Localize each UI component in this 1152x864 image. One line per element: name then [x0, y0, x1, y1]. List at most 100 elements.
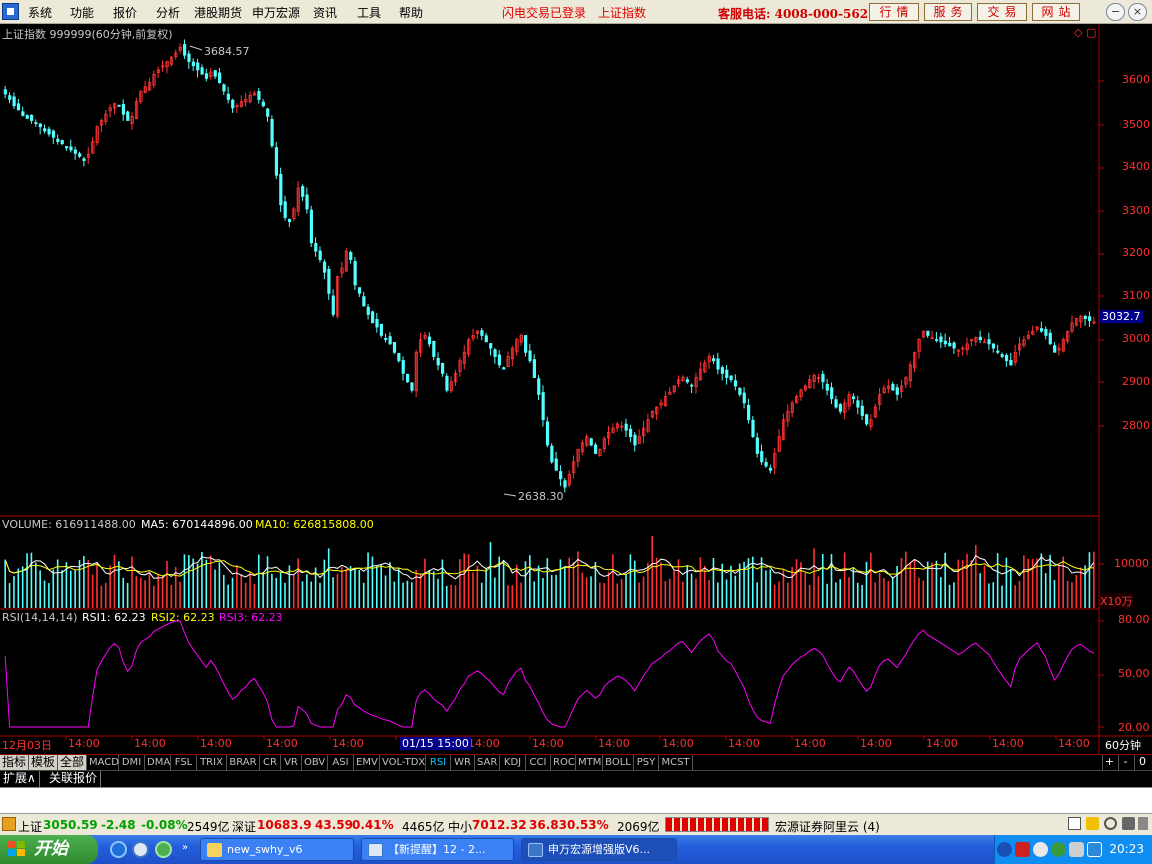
- menu-analysis[interactable]: 分析: [156, 4, 180, 21]
- trade-button[interactable]: 交易: [977, 3, 1027, 21]
- indicator-tab-cr[interactable]: CR: [260, 755, 281, 771]
- low-price-label: 2638.30: [518, 490, 564, 503]
- candle-body: [545, 421, 550, 446]
- indicator-tab-brar[interactable]: BRAR: [227, 755, 260, 771]
- expand-tab[interactable]: 扩展∧: [0, 771, 40, 787]
- indicator-tab-emv[interactable]: EMV: [354, 755, 380, 771]
- rsi-tick-80: 80.00: [1118, 613, 1150, 626]
- tray-arrow-icon[interactable]: [997, 842, 1012, 857]
- indicator-tab-kdj[interactable]: KDJ: [500, 755, 526, 771]
- candle-body: [742, 392, 746, 404]
- indicator-tab-dma[interactable]: DMA: [145, 755, 171, 771]
- indicator-tab-全部[interactable]: 全部: [58, 755, 87, 771]
- tray-network-icon[interactable]: [1051, 842, 1066, 857]
- indicator-tab-cci[interactable]: CCI: [526, 755, 551, 771]
- candle-body: [1009, 359, 1013, 366]
- menu-quote[interactable]: 报价: [113, 4, 137, 21]
- menu-help[interactable]: 帮助: [399, 4, 423, 21]
- candle-body: [218, 72, 222, 83]
- menu-swhy[interactable]: 申万宏源: [252, 4, 300, 21]
- candle-body: [690, 384, 694, 387]
- mail-icon[interactable]: [1138, 817, 1148, 830]
- chart-area[interactable]: 上证指数 999999(60分钟,前复权) ◇ ▢ 3684.57 2638.3…: [0, 24, 1152, 754]
- tray-app-icon[interactable]: [1015, 842, 1030, 857]
- zoom-reset-button[interactable]: 0: [1134, 755, 1150, 770]
- indicator-tab-vr[interactable]: VR: [281, 755, 302, 771]
- signal-icon[interactable]: [1104, 817, 1117, 830]
- browser-icon[interactable]: [132, 841, 149, 858]
- indicator-tab-asi[interactable]: ASI: [328, 755, 354, 771]
- candle-body: [834, 399, 838, 408]
- close-icon[interactable]: ×: [1128, 3, 1147, 21]
- task-browser[interactable]: 【新提醒】12 - 2...: [361, 838, 514, 861]
- menu-news[interactable]: 资讯: [313, 4, 337, 21]
- indicator-tab-boll[interactable]: BOLL: [603, 755, 634, 771]
- indicator-tab-trix[interactable]: TRIX: [197, 755, 227, 771]
- indicator-tab-vol-tdx[interactable]: VOL-TDX: [380, 755, 426, 771]
- indicator-tab-roc[interactable]: ROC: [551, 755, 576, 771]
- task-trading-app[interactable]: 申万宏源增强版V6...: [521, 838, 677, 861]
- candle-body: [624, 423, 628, 431]
- start-label: 开始: [34, 839, 68, 859]
- candle-body: [43, 128, 47, 132]
- price-tick: 3400: [1122, 160, 1150, 173]
- candle-body: [563, 480, 567, 488]
- menu-system[interactable]: 系统: [28, 4, 52, 21]
- indicator-tab-指标[interactable]: 指标: [0, 755, 29, 771]
- related-quote-tab[interactable]: 关联报价: [46, 771, 102, 787]
- tray-volume-icon[interactable]: [1069, 842, 1084, 857]
- indicator-tab-wr[interactable]: WR: [451, 755, 475, 771]
- candle-body: [633, 434, 637, 446]
- indicator-tab-模板[interactable]: 模板: [29, 755, 58, 771]
- chart-corner-icons[interactable]: ◇ ▢: [1074, 26, 1096, 39]
- sz-amount: 4465亿: [402, 820, 445, 834]
- website-button[interactable]: 网站: [1032, 3, 1080, 21]
- indicator-tab-psy[interactable]: PSY: [634, 755, 659, 771]
- time-label: 14:00: [532, 737, 564, 750]
- start-button[interactable]: 开始: [0, 835, 98, 864]
- candle-body: [432, 340, 436, 357]
- service-button[interactable]: 服务: [924, 3, 972, 21]
- volume-axis-tick: 10000: [1114, 557, 1149, 570]
- menu-function[interactable]: 功能: [70, 4, 94, 21]
- panel-icon[interactable]: [1068, 817, 1081, 830]
- time-label: 14:00: [662, 737, 694, 750]
- candle-body: [436, 357, 440, 366]
- market-button[interactable]: 行情: [869, 3, 919, 21]
- candle-body: [427, 336, 432, 345]
- quicklaunch-expand-icon[interactable]: »: [182, 842, 188, 853]
- indicator-tab-sar[interactable]: SAR: [475, 755, 500, 771]
- candle-body: [851, 396, 856, 400]
- status-icon: [2, 817, 16, 831]
- indicator-tab-mcst[interactable]: MCST: [659, 755, 693, 771]
- candle-body: [47, 128, 51, 135]
- ie-icon[interactable]: [110, 841, 127, 858]
- login-status: 闪电交易已登录: [502, 6, 587, 20]
- zoom-in-button[interactable]: +: [1102, 755, 1116, 770]
- period-label[interactable]: 60分钟: [1105, 737, 1141, 753]
- candle-body: [1053, 345, 1057, 353]
- menu-tools[interactable]: 工具: [357, 4, 381, 21]
- task-folder[interactable]: new_swhy_v6: [200, 838, 354, 861]
- app-icon[interactable]: [155, 841, 172, 858]
- tools-icon[interactable]: [1122, 817, 1135, 830]
- minimize-icon[interactable]: −: [1106, 3, 1125, 21]
- app-logo-icon[interactable]: [2, 3, 19, 20]
- indicator-tab-mtm[interactable]: MTM: [576, 755, 603, 771]
- candle-body: [388, 336, 392, 345]
- indicator-tab-obv[interactable]: OBV: [302, 755, 328, 771]
- tray-shield-icon[interactable]: [1087, 842, 1102, 857]
- lock-icon[interactable]: [1086, 817, 1099, 830]
- indicator-tab-fsl[interactable]: FSL: [171, 755, 197, 771]
- zoom-out-button[interactable]: -: [1118, 755, 1132, 770]
- sh-amount: 2549亿: [187, 820, 230, 834]
- candle-body: [8, 95, 12, 100]
- tray-security-icon[interactable]: [1033, 842, 1048, 857]
- candle-body: [187, 53, 191, 62]
- menu-hk-futures[interactable]: 港股期货: [194, 4, 242, 21]
- candle-body: [895, 387, 899, 395]
- indicator-tab-dmi[interactable]: DMI: [119, 755, 145, 771]
- candle-body: [729, 375, 733, 381]
- indicator-tab-macd[interactable]: MACD: [87, 755, 119, 771]
- indicator-tab-rsi[interactable]: RSI: [426, 755, 451, 771]
